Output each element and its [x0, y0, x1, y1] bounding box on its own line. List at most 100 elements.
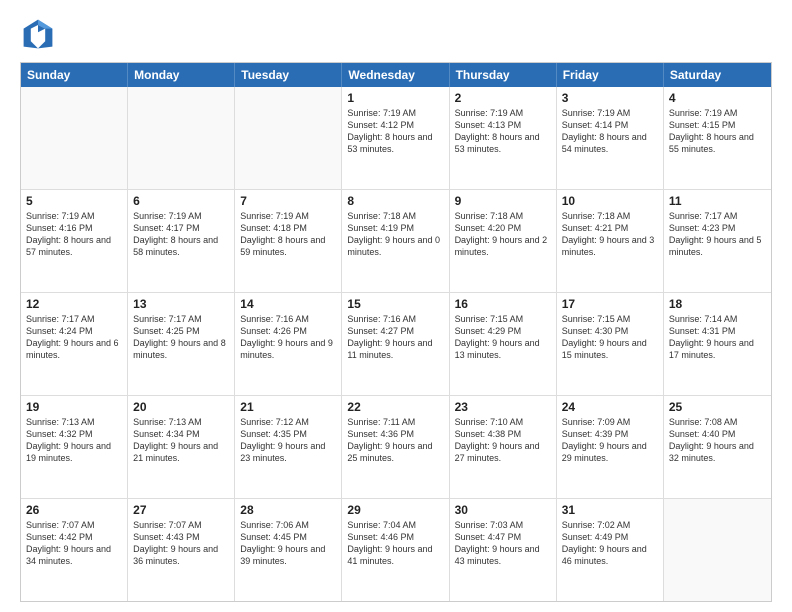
day-info: Sunrise: 7:17 AMSunset: 4:23 PMDaylight:… [669, 210, 766, 259]
day-info: Sunrise: 7:17 AMSunset: 4:25 PMDaylight:… [133, 313, 229, 362]
day-info: Sunrise: 7:16 AMSunset: 4:26 PMDaylight:… [240, 313, 336, 362]
day-number: 25 [669, 400, 766, 414]
day-number: 17 [562, 297, 658, 311]
calendar-row-1: 5Sunrise: 7:19 AMSunset: 4:16 PMDaylight… [21, 189, 771, 292]
day-info: Sunrise: 7:13 AMSunset: 4:32 PMDaylight:… [26, 416, 122, 465]
calendar-cell: 27 Sunrise: 7:07 AMSunset: 4:43 PMDayligh… [128, 499, 235, 601]
day-number: 8 [347, 194, 443, 208]
calendar-cell: 1 Sunrise: 7:19 AMSunset: 4:12 PMDaylight… [342, 87, 449, 189]
day-info: Sunrise: 7:14 AMSunset: 4:31 PMDaylight:… [669, 313, 766, 362]
day-info: Sunrise: 7:19 AMSunset: 4:18 PMDaylight:… [240, 210, 336, 259]
day-info: Sunrise: 7:15 AMSunset: 4:30 PMDaylight:… [562, 313, 658, 362]
day-info: Sunrise: 7:16 AMSunset: 4:27 PMDaylight:… [347, 313, 443, 362]
header-day-friday: Friday [557, 63, 664, 87]
day-number: 24 [562, 400, 658, 414]
calendar-cell: 6 Sunrise: 7:19 AMSunset: 4:17 PMDaylight… [128, 190, 235, 292]
calendar-cell: 19 Sunrise: 7:13 AMSunset: 4:32 PMDayligh… [21, 396, 128, 498]
header-day-saturday: Saturday [664, 63, 771, 87]
header-day-wednesday: Wednesday [342, 63, 449, 87]
day-number: 2 [455, 91, 551, 105]
calendar-cell [128, 87, 235, 189]
calendar-cell: 26 Sunrise: 7:07 AMSunset: 4:42 PMDayligh… [21, 499, 128, 601]
calendar-cell: 5Sunrise: 7:19 AMSunset: 4:16 PMDaylight… [21, 190, 128, 292]
day-info: Sunrise: 7:12 AMSunset: 4:35 PMDaylight:… [240, 416, 336, 465]
calendar-cell: 15 Sunrise: 7:16 AMSunset: 4:27 PMDayligh… [342, 293, 449, 395]
logo [20, 16, 60, 52]
calendar-cell: 13 Sunrise: 7:17 AMSunset: 4:25 PMDayligh… [128, 293, 235, 395]
header [20, 16, 772, 52]
calendar-cell: 10Sunrise: 7:18 AMSunset: 4:21 PMDayligh… [557, 190, 664, 292]
calendar-cell [21, 87, 128, 189]
day-info: Sunrise: 7:19 AMSunset: 4:12 PMDaylight:… [347, 107, 443, 156]
day-number: 30 [455, 503, 551, 517]
day-number: 1 [347, 91, 443, 105]
day-info: Sunrise: 7:18 AMSunset: 4:20 PMDaylight:… [455, 210, 551, 259]
calendar-cell [235, 87, 342, 189]
calendar-cell: 30Sunrise: 7:03 AMSunset: 4:47 PMDayligh… [450, 499, 557, 601]
logo-icon [20, 16, 56, 52]
calendar-cell: 3Sunrise: 7:19 AMSunset: 4:14 PMDaylight… [557, 87, 664, 189]
day-number: 28 [240, 503, 336, 517]
day-number: 22 [347, 400, 443, 414]
day-number: 19 [26, 400, 122, 414]
calendar-cell: 23 Sunrise: 7:10 AMSunset: 4:38 PMDayligh… [450, 396, 557, 498]
day-number: 9 [455, 194, 551, 208]
day-info: Sunrise: 7:09 AMSunset: 4:39 PMDaylight:… [562, 416, 658, 465]
calendar-body: 1 Sunrise: 7:19 AMSunset: 4:12 PMDaylight… [21, 87, 771, 601]
day-number: 6 [133, 194, 229, 208]
day-info: Sunrise: 7:18 AMSunset: 4:19 PMDaylight:… [347, 210, 443, 259]
day-number: 13 [133, 297, 229, 311]
day-info: Sunrise: 7:19 AMSunset: 4:13 PMDaylight:… [455, 107, 551, 156]
header-day-tuesday: Tuesday [235, 63, 342, 87]
day-info: Sunrise: 7:02 AMSunset: 4:49 PMDaylight:… [562, 519, 658, 568]
day-number: 21 [240, 400, 336, 414]
day-number: 14 [240, 297, 336, 311]
calendar-cell: 2 Sunrise: 7:19 AMSunset: 4:13 PMDaylight… [450, 87, 557, 189]
calendar-cell: 28 Sunrise: 7:06 AMSunset: 4:45 PMDayligh… [235, 499, 342, 601]
day-info: Sunrise: 7:19 AMSunset: 4:17 PMDaylight:… [133, 210, 229, 259]
day-number: 23 [455, 400, 551, 414]
day-number: 12 [26, 297, 122, 311]
day-info: Sunrise: 7:08 AMSunset: 4:40 PMDaylight:… [669, 416, 766, 465]
calendar-header: SundayMondayTuesdayWednesdayThursdayFrid… [21, 63, 771, 87]
calendar-cell [664, 499, 771, 601]
day-number: 31 [562, 503, 658, 517]
day-number: 29 [347, 503, 443, 517]
calendar-cell: 16 Sunrise: 7:15 AMSunset: 4:29 PMDayligh… [450, 293, 557, 395]
day-info: Sunrise: 7:07 AMSunset: 4:42 PMDaylight:… [26, 519, 122, 568]
day-info: Sunrise: 7:11 AMSunset: 4:36 PMDaylight:… [347, 416, 443, 465]
calendar-cell: 20 Sunrise: 7:13 AMSunset: 4:34 PMDayligh… [128, 396, 235, 498]
calendar-row-0: 1 Sunrise: 7:19 AMSunset: 4:12 PMDaylight… [21, 87, 771, 189]
calendar-cell: 12 Sunrise: 7:17 AMSunset: 4:24 PMDayligh… [21, 293, 128, 395]
day-info: Sunrise: 7:19 AMSunset: 4:14 PMDaylight:… [562, 107, 658, 156]
calendar-cell: 24 Sunrise: 7:09 AMSunset: 4:39 PMDayligh… [557, 396, 664, 498]
header-day-sunday: Sunday [21, 63, 128, 87]
calendar-cell: 9 Sunrise: 7:18 AMSunset: 4:20 PMDaylight… [450, 190, 557, 292]
calendar-cell: 14 Sunrise: 7:16 AMSunset: 4:26 PMDayligh… [235, 293, 342, 395]
calendar-cell: 8 Sunrise: 7:18 AMSunset: 4:19 PMDaylight… [342, 190, 449, 292]
calendar-cell: 29 Sunrise: 7:04 AMSunset: 4:46 PMDayligh… [342, 499, 449, 601]
day-number: 16 [455, 297, 551, 311]
calendar-row-4: 26 Sunrise: 7:07 AMSunset: 4:42 PMDayligh… [21, 498, 771, 601]
day-info: Sunrise: 7:10 AMSunset: 4:38 PMDaylight:… [455, 416, 551, 465]
calendar-cell: 7Sunrise: 7:19 AMSunset: 4:18 PMDaylight… [235, 190, 342, 292]
day-number: 20 [133, 400, 229, 414]
day-info: Sunrise: 7:07 AMSunset: 4:43 PMDaylight:… [133, 519, 229, 568]
day-number: 18 [669, 297, 766, 311]
calendar-row-3: 19 Sunrise: 7:13 AMSunset: 4:32 PMDayligh… [21, 395, 771, 498]
day-info: Sunrise: 7:18 AMSunset: 4:21 PMDaylight:… [562, 210, 658, 259]
calendar-cell: 25 Sunrise: 7:08 AMSunset: 4:40 PMDayligh… [664, 396, 771, 498]
calendar-cell: 22 Sunrise: 7:11 AMSunset: 4:36 PMDayligh… [342, 396, 449, 498]
day-number: 27 [133, 503, 229, 517]
day-info: Sunrise: 7:15 AMSunset: 4:29 PMDaylight:… [455, 313, 551, 362]
day-number: 11 [669, 194, 766, 208]
day-number: 26 [26, 503, 122, 517]
calendar-row-2: 12 Sunrise: 7:17 AMSunset: 4:24 PMDayligh… [21, 292, 771, 395]
calendar-cell: 11 Sunrise: 7:17 AMSunset: 4:23 PMDayligh… [664, 190, 771, 292]
day-number: 15 [347, 297, 443, 311]
day-info: Sunrise: 7:17 AMSunset: 4:24 PMDaylight:… [26, 313, 122, 362]
day-info: Sunrise: 7:13 AMSunset: 4:34 PMDaylight:… [133, 416, 229, 465]
day-info: Sunrise: 7:04 AMSunset: 4:46 PMDaylight:… [347, 519, 443, 568]
day-info: Sunrise: 7:19 AMSunset: 4:15 PMDaylight:… [669, 107, 766, 156]
day-info: Sunrise: 7:06 AMSunset: 4:45 PMDaylight:… [240, 519, 336, 568]
